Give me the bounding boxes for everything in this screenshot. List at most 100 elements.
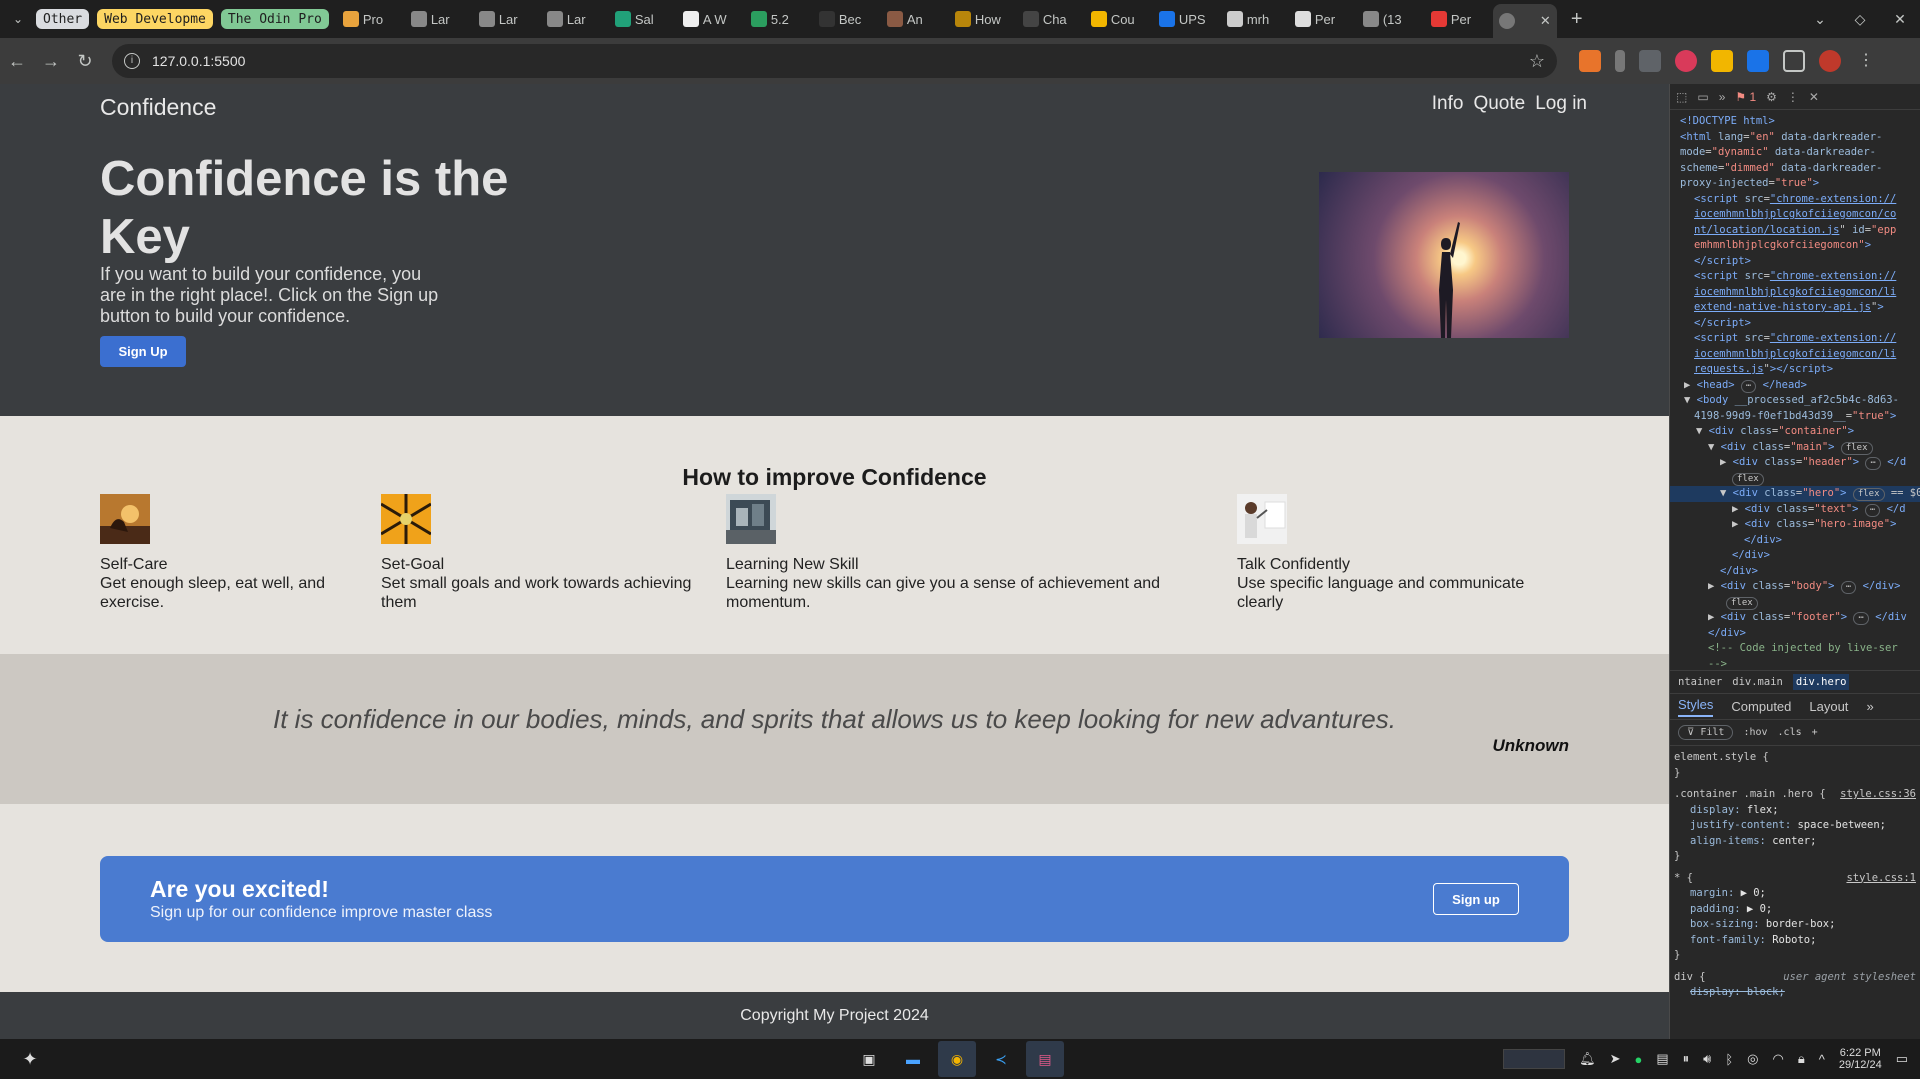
dom-node[interactable]: <!-- Code injected by live-ser (1670, 641, 1920, 657)
whatsapp-icon[interactable]: ● (1634, 1052, 1642, 1067)
browser-tab[interactable]: Per (1425, 5, 1491, 33)
style-rule-element[interactable]: element.style {} (1674, 750, 1916, 781)
bookmark-star-icon[interactable]: ☆ (1529, 51, 1545, 72)
dom-node[interactable]: ▶ <head> ⋯ </head> (1670, 378, 1920, 394)
chrome-app-icon[interactable]: ◉ (938, 1041, 976, 1077)
extension-icon[interactable] (1711, 50, 1733, 72)
tray-expand-icon[interactable]: ^ (1819, 1052, 1825, 1067)
browser-tab[interactable]: Lar (473, 5, 539, 33)
extension-icon[interactable] (1639, 50, 1661, 72)
site-info-icon[interactable]: i (124, 53, 140, 69)
devtools-settings-icon[interactable]: ⚙ (1766, 90, 1777, 104)
dom-node[interactable]: <!DOCTYPE html> (1670, 114, 1920, 130)
browser-tab[interactable]: 5.2 (745, 5, 811, 33)
browser-tab[interactable]: Lar (405, 5, 471, 33)
tab-layout[interactable]: Layout (1809, 699, 1848, 714)
extension-icon[interactable] (1747, 50, 1769, 72)
dom-node[interactable]: iocemhmnlbhjplcgkofciiegomcon/co (1670, 207, 1920, 223)
dom-node[interactable]: emhmnlbhjplcgkofciiegomcon"> (1670, 238, 1920, 254)
browser-tab[interactable]: Bec (813, 5, 879, 33)
browser-tab[interactable]: Lar (541, 5, 607, 33)
css-property[interactable]: font-family: Roboto; (1674, 933, 1916, 949)
dom-node[interactable]: <script src="chrome-extension:// (1670, 192, 1920, 208)
cta-signup-button[interactable]: Sign up (1433, 883, 1519, 915)
telegram-icon[interactable]: ➤ (1610, 1051, 1621, 1067)
close-window-icon[interactable]: ✕ (1880, 11, 1920, 28)
browser-tab[interactable]: UPS (1153, 5, 1219, 33)
workspace-switcher[interactable] (1503, 1049, 1566, 1069)
more-menu-icon[interactable]: ⋮ (1855, 50, 1877, 72)
tab-group-label[interactable]: The Odin Pro (220, 9, 329, 29)
breadcrumb-item[interactable]: ntainer (1678, 676, 1722, 688)
terminal-app-icon[interactable]: ▣ (850, 1041, 888, 1077)
clipboard-icon[interactable]: ▤ (1656, 1051, 1668, 1067)
dom-node[interactable]: </script> (1670, 316, 1920, 332)
dom-node[interactable]: <script src="chrome-extension:// (1670, 331, 1920, 347)
devtools-close-icon[interactable]: ✕ (1809, 90, 1819, 104)
hov-toggle[interactable]: :hov (1743, 727, 1767, 738)
vpn-icon[interactable]: ◎ (1747, 1051, 1758, 1067)
profile-avatar[interactable] (1819, 50, 1841, 72)
elements-tree[interactable]: <!DOCTYPE html> <html lang="en" data-dar… (1670, 110, 1920, 670)
css-property[interactable]: align-items: center; (1674, 834, 1916, 850)
dom-node[interactable]: ▶ <div class="hero-image"> (1670, 517, 1920, 533)
vscode-app-icon[interactable]: ≺ (982, 1041, 1020, 1077)
dom-node[interactable]: ▶ <div class="header"> ⋯ </d (1670, 455, 1920, 471)
close-tab-icon[interactable]: ✕ (1540, 13, 1551, 29)
new-rule-icon[interactable]: + (1812, 727, 1818, 738)
dom-node[interactable]: requests.js"></script> (1670, 362, 1920, 378)
devtools-more-icon[interactable]: ⋮ (1787, 90, 1799, 104)
dom-node[interactable]: ▶ <div class="footer"> ⋯ </div (1670, 610, 1920, 626)
dom-node[interactable]: </script> (1670, 254, 1920, 270)
volume-icon[interactable]: 🔊︎ (1703, 1051, 1711, 1067)
files-app-icon[interactable]: ▬ (894, 1041, 932, 1077)
css-property[interactable]: margin: ▶ 0; (1674, 886, 1916, 902)
browser-tab[interactable]: Cou (1085, 5, 1151, 33)
dom-node[interactable]: <script src="chrome-extension:// (1670, 269, 1920, 285)
site-logo[interactable]: Confidence (100, 94, 216, 121)
breadcrumb-item[interactable]: div.main (1732, 676, 1783, 688)
tab-search-icon[interactable]: ⌄ (0, 12, 36, 26)
tab-group-label[interactable]: Other (36, 9, 90, 29)
browser-tab[interactable]: Pro (337, 5, 403, 33)
css-property[interactable]: padding: ▶ 0; (1674, 902, 1916, 918)
nav-login-link[interactable]: Log in (1535, 93, 1587, 115)
tab-list-icon[interactable]: ⌄ (1800, 11, 1840, 28)
css-property[interactable]: justify-content: space-between; (1674, 818, 1916, 834)
screenshot-app-icon[interactable]: ▤ (1026, 1041, 1064, 1077)
cls-toggle[interactable]: .cls (1778, 727, 1802, 738)
css-property[interactable]: box-sizing: border-box; (1674, 917, 1916, 933)
css-property[interactable]: display: flex; (1674, 803, 1916, 819)
dom-node[interactable]: flex (1670, 595, 1920, 611)
dom-node[interactable]: ▼ <body __processed_af2c5b4c-8d63- (1670, 393, 1920, 409)
breadcrumb-item-current[interactable]: div.hero (1792, 674, 1850, 690)
browser-tab[interactable]: Per (1289, 5, 1355, 33)
browser-tab[interactable]: Sal (609, 5, 675, 33)
show-desktop-icon[interactable]: ▭ (1896, 1051, 1908, 1067)
address-bar[interactable]: i 127.0.0.1:5500 ☆ (112, 44, 1557, 78)
extension-icon[interactable] (1615, 50, 1625, 72)
dom-node[interactable]: ▼ <div class="container"> (1670, 424, 1920, 440)
reload-icon[interactable]: ↻ (68, 51, 102, 72)
dom-node[interactable]: nt/location/location.js" id="epp (1670, 223, 1920, 239)
dom-node[interactable]: ▶ <div class="text"> ⋯ </d (1670, 502, 1920, 518)
dom-node[interactable]: proxy-injected="true"> (1670, 176, 1920, 192)
nav-quote-link[interactable]: Quote (1473, 93, 1525, 115)
puzzle-extensions-icon[interactable] (1783, 50, 1805, 72)
tab-computed[interactable]: Computed (1731, 699, 1791, 714)
hero-signup-button[interactable]: Sign Up (100, 336, 186, 367)
error-count-badge[interactable]: ⚑ 1 (1735, 90, 1756, 104)
new-tab-button[interactable]: + (1571, 8, 1583, 31)
dom-node[interactable]: </div> (1670, 626, 1920, 642)
browser-tab[interactable]: An (881, 5, 947, 33)
rule-source-link[interactable]: style.css:36 (1840, 787, 1916, 803)
dom-node[interactable]: iocemhmnlbhjplcgkofciiegomcon/li (1670, 347, 1920, 363)
browser-tab[interactable]: Cha (1017, 5, 1083, 33)
dom-node[interactable]: flex (1670, 471, 1920, 487)
forward-icon[interactable]: → (34, 51, 68, 72)
style-rule-hero[interactable]: style.css:36 .container .main .hero { di… (1674, 787, 1916, 865)
more-panels-icon[interactable]: » (1719, 90, 1726, 104)
dom-node[interactable]: <html lang="en" data-darkreader- (1670, 130, 1920, 146)
app-launcher-icon[interactable]: ✦ (0, 1049, 60, 1070)
style-rule-div[interactable]: user agent stylesheet div { display: blo… (1674, 970, 1916, 1001)
